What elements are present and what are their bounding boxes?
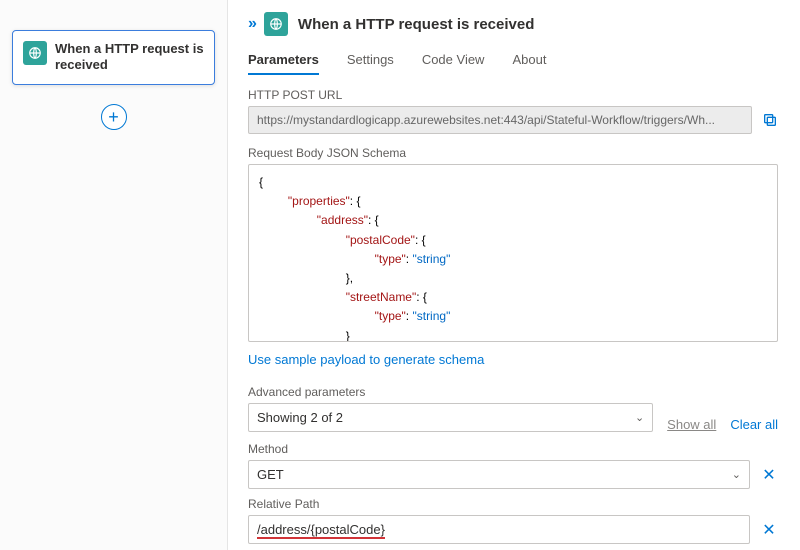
panel-title: When a HTTP request is received xyxy=(298,16,534,33)
tab-parameters[interactable]: Parameters xyxy=(248,46,319,75)
advanced-params-value: Showing 2 of 2 xyxy=(257,410,343,425)
panel-tabs: Parameters Settings Code View About xyxy=(248,46,778,76)
remove-relative-path-button[interactable]: ✕ xyxy=(760,520,778,540)
trigger-card[interactable]: When a HTTP request is received xyxy=(12,30,215,85)
http-post-url-label: HTTP POST URL xyxy=(248,88,778,102)
tab-settings[interactable]: Settings xyxy=(347,46,394,75)
remove-method-button[interactable]: ✕ xyxy=(760,465,778,485)
copy-icon[interactable] xyxy=(762,112,778,128)
http-trigger-icon xyxy=(23,41,47,65)
collapse-panel-icon[interactable]: » xyxy=(248,15,254,33)
use-sample-payload-link[interactable]: Use sample payload to generate schema xyxy=(248,352,484,367)
relative-path-input[interactable]: /address/{postalCode} xyxy=(248,515,750,544)
chevron-down-icon: ⌄ xyxy=(732,468,741,481)
trigger-card-title: When a HTTP request is received xyxy=(55,41,204,74)
http-trigger-icon xyxy=(264,12,288,36)
advanced-params-select[interactable]: Showing 2 of 2 ⌄ xyxy=(248,403,653,432)
clear-all-link[interactable]: Clear all xyxy=(730,417,778,432)
http-post-url-field[interactable]: https://mystandardlogicapp.azurewebsites… xyxy=(248,106,752,134)
method-select[interactable]: GET ⌄ xyxy=(248,460,750,489)
schema-label: Request Body JSON Schema xyxy=(248,146,778,160)
workflow-canvas: When a HTTP request is received + xyxy=(0,0,228,550)
add-step-button[interactable]: + xyxy=(101,104,127,130)
show-all-link[interactable]: Show all xyxy=(667,417,716,432)
schema-editor[interactable]: { "properties": { "address": { "postalCo… xyxy=(248,164,778,342)
relative-path-label: Relative Path xyxy=(248,497,778,511)
tab-about[interactable]: About xyxy=(512,46,546,75)
method-label: Method xyxy=(248,442,778,456)
advanced-params-label: Advanced parameters xyxy=(248,385,653,399)
trigger-config-panel: » When a HTTP request is received Parame… xyxy=(228,0,800,550)
method-value: GET xyxy=(257,467,284,482)
chevron-down-icon: ⌄ xyxy=(635,411,644,424)
tab-code-view[interactable]: Code View xyxy=(422,46,485,75)
